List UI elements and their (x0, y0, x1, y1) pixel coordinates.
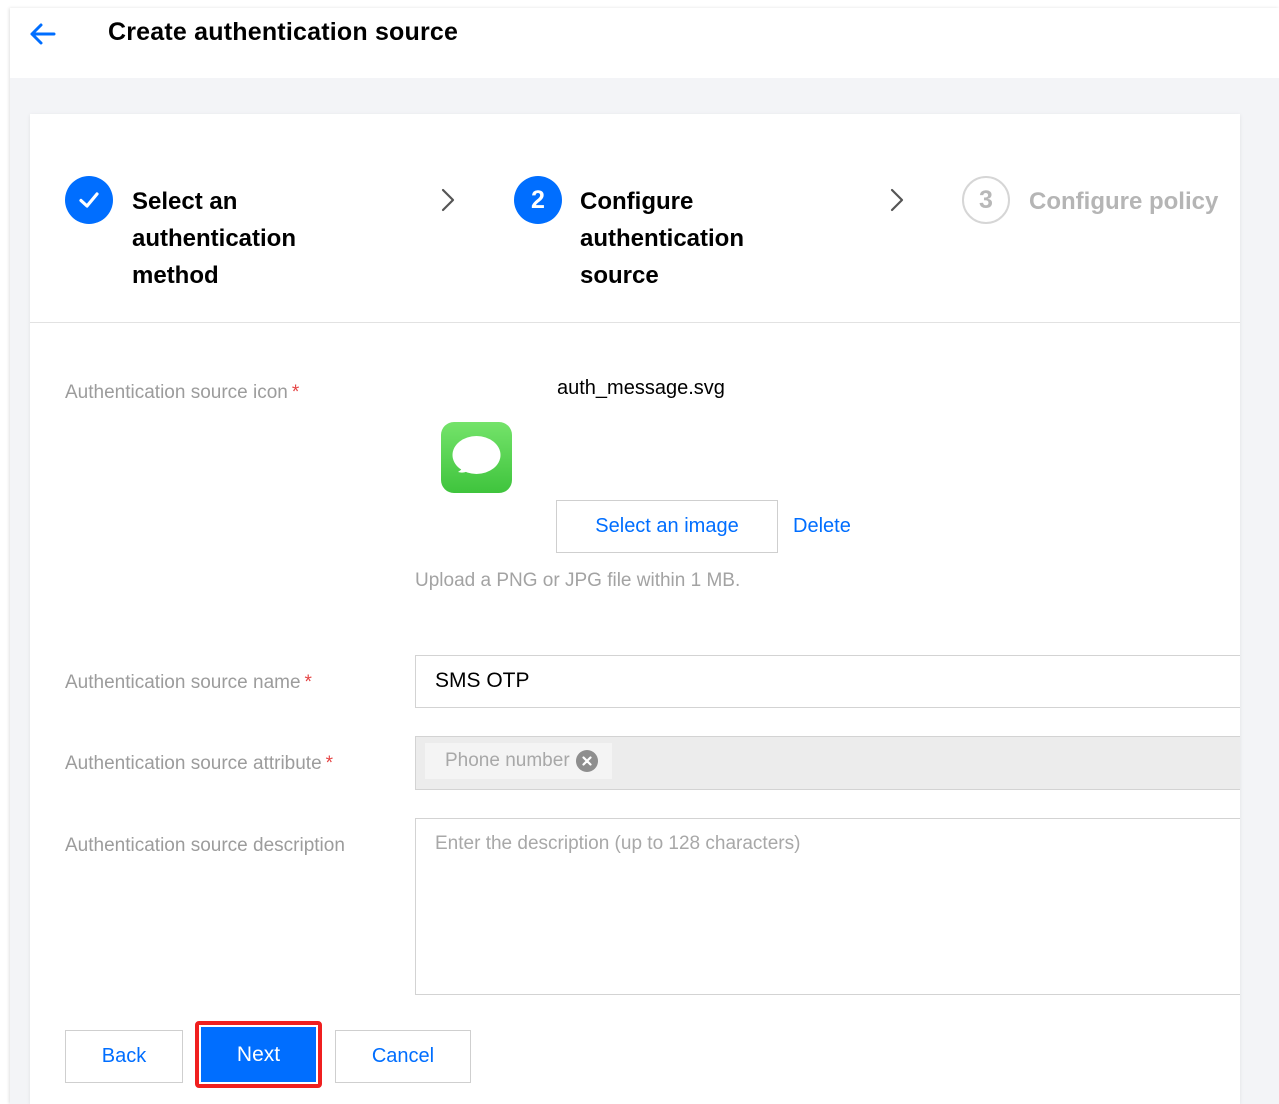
attribute-field-label: Authentication source attribute * (65, 753, 334, 774)
page-shell: Create authentication source Select an a… (10, 8, 1279, 1104)
step-3-number: 3 (962, 176, 1010, 224)
attribute-select: Phone number (415, 736, 1240, 790)
delete-link[interactable]: Delete (793, 515, 851, 538)
step-1-label: Select an authentication method (132, 188, 297, 289)
close-circle-icon (575, 750, 598, 772)
attribute-tag-label: Phone number (445, 750, 570, 771)
page-header: Create authentication source (10, 8, 1279, 78)
step-3-label: Configure policy (1029, 188, 1219, 215)
cancel-button[interactable]: Cancel (335, 1030, 471, 1083)
name-input[interactable]: SMS OTP (415, 655, 1240, 708)
step-1-done-check-icon (65, 176, 113, 224)
wizard-card: Select an authentication method 2 Config… (30, 114, 1240, 1104)
name-input-value: SMS OTP (435, 669, 530, 692)
next-button-highlight (195, 1021, 322, 1088)
chevron-right-icon (441, 188, 455, 212)
attribute-tag: Phone number (425, 743, 612, 779)
description-textarea[interactable]: Enter the description (up to 128 charact… (415, 818, 1240, 995)
step-2-label: Configure authentication source (580, 188, 745, 289)
icon-field-label: Authentication source icon * (65, 382, 300, 403)
upload-hint: Upload a PNG or JPG file within 1 MB. (415, 570, 741, 591)
chevron-right-icon (890, 188, 904, 212)
back-button[interactable]: Back (65, 1030, 183, 1083)
arrow-left-icon[interactable] (28, 22, 56, 46)
description-field-label: Authentication source description (65, 835, 345, 856)
description-placeholder: Enter the description (up to 128 charact… (435, 833, 801, 854)
icon-filename: auth_message.svg (557, 377, 725, 399)
name-field-label: Authentication source name * (65, 672, 312, 693)
page-title: Create authentication source (108, 18, 459, 46)
message-bubble-icon (441, 422, 512, 493)
select-image-button[interactable]: Select an image (556, 500, 778, 553)
step-2-number: 2 (514, 176, 562, 224)
step-indicator: Select an authentication method 2 Config… (30, 114, 1240, 323)
check-icon (79, 192, 99, 208)
